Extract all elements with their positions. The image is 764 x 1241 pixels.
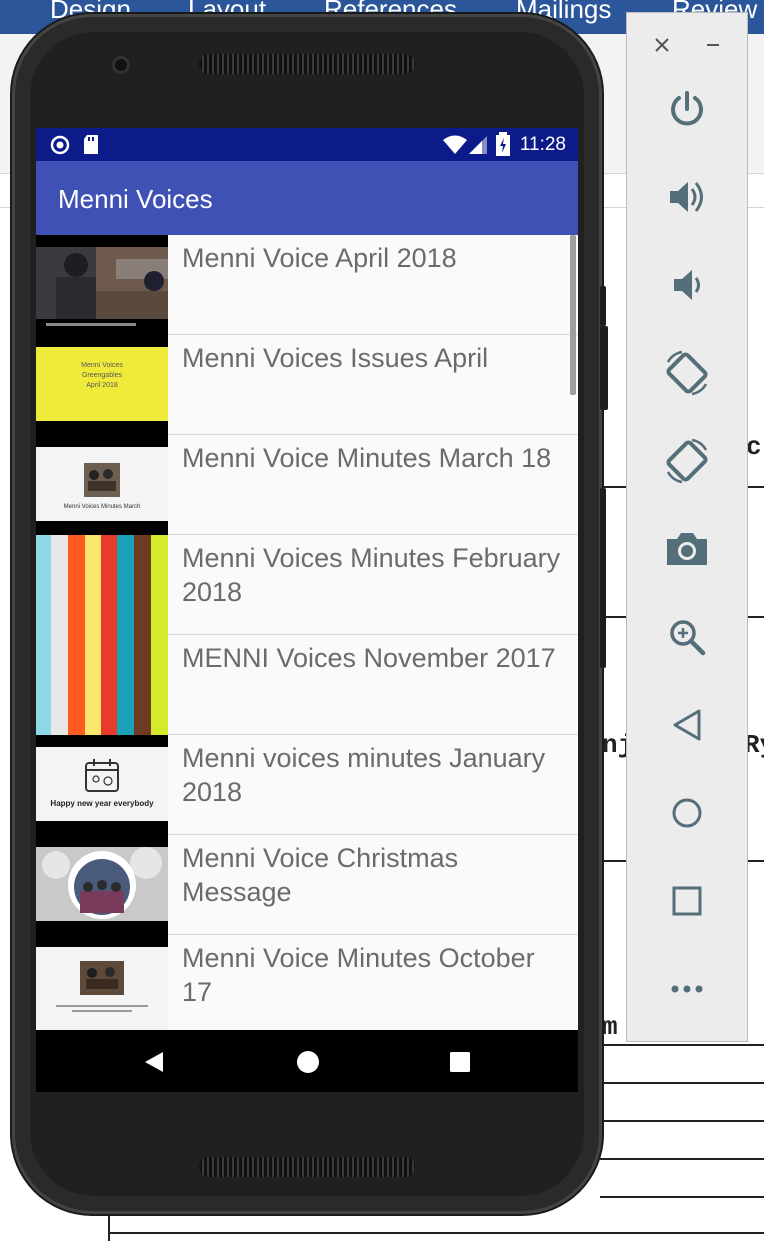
video-thumbnail [36, 935, 168, 1030]
status-time: 11:28 [519, 134, 566, 155]
home-button[interactable] [627, 783, 747, 843]
video-thumbnail [36, 635, 168, 735]
volume-up-icon [670, 182, 703, 212]
christmas-photo-thumbnail [36, 835, 168, 935]
calendar-fireworks-icon [85, 759, 119, 792]
meeting-slide-thumbnail: Menni Voices Minutes March [36, 447, 168, 521]
table-line [600, 1120, 764, 1122]
video-title: Menni Voices Issues April [182, 343, 489, 373]
back-button[interactable] [627, 695, 747, 755]
video-title: Menni voices minutes January 2018 [182, 743, 546, 807]
volume-down-button[interactable] [627, 255, 747, 315]
table-line [108, 1232, 764, 1234]
list-item[interactable]: Menni Voice Minutes October 17 [36, 935, 578, 1030]
front-camera [112, 56, 130, 74]
phone-side-button[interactable] [600, 326, 608, 410]
minimize-icon[interactable] [705, 37, 721, 53]
video-title: MENNI Voices November 2017 [182, 643, 556, 673]
back-icon [673, 709, 701, 741]
power-button[interactable] [627, 79, 747, 139]
speaker-grille-bottom [199, 1157, 415, 1177]
camera-icon [667, 533, 707, 565]
list-item[interactable]: Menni Voices Minutes February 2018 [36, 535, 578, 635]
emulator-toolbar [626, 12, 748, 1042]
home-icon [672, 798, 702, 828]
status-bar: 11:28 [36, 128, 578, 161]
phone-side-button[interactable] [600, 488, 606, 668]
list-item[interactable]: Happy new year everybody Menni voices mi… [36, 735, 578, 835]
battery-charging-icon [496, 132, 510, 156]
wifi-icon [443, 135, 467, 154]
meeting-photo [80, 961, 124, 995]
notification-circle-icon [50, 135, 70, 155]
table-line [600, 1196, 764, 1198]
phone-side-button[interactable] [600, 286, 606, 326]
speaker-grille-top [199, 54, 415, 74]
rotate-left-icon [666, 350, 708, 396]
video-title: Menni Voice Minutes October 17 [182, 943, 535, 1007]
thumb-text: April 2018 [86, 382, 118, 389]
table-line [600, 1082, 764, 1084]
video-thumbnail: Menni Voices Minutes March [36, 435, 168, 535]
phone-screen: 11:28 Menni Voices Menni Voice April 201… [36, 128, 578, 1092]
list-item[interactable]: Menni Voices Greengables April 2018 Menn… [36, 335, 578, 435]
volume-up-button[interactable] [627, 167, 747, 227]
video-title: Menni Voice Minutes March 18 [182, 443, 552, 473]
back-icon[interactable] [144, 1051, 164, 1073]
overview-icon [672, 886, 702, 916]
thumb-text: Greengables [81, 372, 123, 379]
caption-line [72, 1010, 132, 1012]
video-thumbnail [36, 535, 168, 635]
thumb-caption: Happy new year everybody [50, 799, 154, 808]
thumb-caption: Menni Voices Minutes March [63, 504, 141, 510]
recents-icon[interactable] [450, 1052, 470, 1072]
meeting-photo [84, 463, 120, 497]
more-button[interactable] [627, 959, 747, 1019]
video-thumbnail: Happy new year everybody [36, 735, 168, 835]
volume-down-icon [674, 270, 700, 300]
meeting-slide-thumbnail [36, 947, 168, 1030]
navigation-bar [36, 1030, 578, 1092]
sd-card-icon [84, 135, 98, 154]
list-item[interactable]: Menni Voice April 2018 [36, 235, 578, 335]
video-title: Menni Voice Christmas Message [182, 843, 459, 907]
list-item[interactable]: MENNI Voices November 2017 [36, 635, 578, 735]
color-stripes-thumbnail [36, 635, 168, 735]
calendar-slide-thumbnail: Happy new year everybody [36, 747, 168, 821]
table-line [600, 1044, 764, 1046]
overview-button[interactable] [627, 871, 747, 931]
home-icon[interactable] [296, 1050, 320, 1074]
yellow-slide-thumbnail: Menni Voices Greengables April 2018 [36, 347, 168, 421]
rotate-right-button[interactable] [627, 431, 747, 491]
thumb-text: Menni Voices [81, 362, 123, 369]
caption-line [56, 1005, 148, 1007]
power-icon [671, 91, 703, 126]
list-item[interactable]: Menni Voice Christmas Message [36, 835, 578, 935]
signal-icon [469, 136, 487, 154]
list-scrollbar[interactable] [570, 235, 576, 395]
close-icon[interactable] [654, 37, 670, 53]
app-title: Menni Voices [58, 184, 213, 214]
table-line [600, 1158, 764, 1160]
video-title: Menni Voice April 2018 [182, 243, 457, 273]
list-item[interactable]: Menni Voices Minutes March Menni Voice M… [36, 435, 578, 535]
rotate-left-button[interactable] [627, 343, 747, 403]
photo-people-thumbnail [36, 235, 168, 335]
doc-text-fragment: c [746, 432, 762, 462]
rotate-right-icon [666, 438, 708, 484]
doc-text-fragment: m [602, 1012, 618, 1042]
video-thumbnail [36, 835, 168, 935]
video-thumbnail: Menni Voices Greengables April 2018 [36, 335, 168, 435]
zoom-button[interactable] [627, 607, 747, 667]
video-thumbnail [36, 235, 168, 335]
screenshot-button[interactable] [627, 519, 747, 579]
video-title: Menni Voices Minutes February 2018 [182, 543, 561, 607]
app-bar: Menni Voices [36, 161, 578, 235]
color-stripes-thumbnail [36, 535, 168, 635]
more-icon [671, 985, 703, 993]
video-list[interactable]: Menni Voice April 2018 Menni Voices Gree… [36, 235, 578, 1030]
zoom-icon [670, 620, 706, 656]
